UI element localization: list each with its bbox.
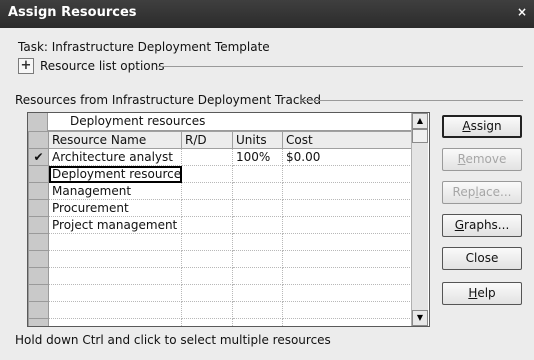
help-button[interactable]: Help (442, 282, 522, 305)
cell-rd[interactable] (181, 216, 233, 234)
cell-resource-name[interactable] (48, 250, 182, 268)
cell-cost[interactable] (282, 216, 412, 234)
scroll-thumb[interactable] (412, 129, 428, 143)
table-row[interactable]: ✔ Architecture analyst 100% $0.00 (28, 148, 412, 166)
cell-resource-name[interactable] (48, 233, 182, 251)
cell-units[interactable] (232, 284, 283, 302)
cell-rd[interactable] (181, 199, 233, 217)
expand-options-button[interactable]: + (18, 58, 34, 74)
resource-list-options-label: Resource list options (40, 59, 165, 73)
row-header-check[interactable] (28, 284, 49, 302)
column-header-rd[interactable]: R/D (181, 131, 233, 149)
cell-resource-name[interactable] (48, 284, 182, 302)
cell-resource-name[interactable]: Deployment resources (48, 165, 182, 183)
grid-scrollbar[interactable]: ▲ ▼ (411, 113, 428, 326)
cell-cost[interactable] (282, 165, 412, 183)
row-header-check[interactable] (28, 301, 49, 319)
column-header-resource-name[interactable]: Resource Name (48, 131, 182, 149)
cell-rd[interactable] (181, 233, 233, 251)
cell-resource-name[interactable]: Management (48, 182, 182, 200)
cell-cost[interactable] (282, 301, 412, 319)
cell-units[interactable] (232, 233, 283, 251)
row-header-check[interactable] (28, 318, 49, 326)
cell-units[interactable] (232, 165, 283, 183)
cell-cost[interactable] (282, 199, 412, 217)
row-header-check[interactable] (28, 250, 49, 268)
table-row[interactable] (28, 267, 412, 285)
cell-units[interactable] (232, 267, 283, 285)
table-row[interactable]: Deployment resources (28, 165, 412, 183)
scroll-up-icon[interactable]: ▲ (412, 113, 428, 129)
row-header-check[interactable] (28, 199, 49, 217)
cell-resource-name[interactable] (48, 301, 182, 319)
cell-rd[interactable] (181, 182, 233, 200)
close-icon[interactable]: × (514, 4, 530, 20)
cell-units[interactable] (232, 199, 283, 217)
table-row[interactable] (28, 284, 412, 302)
cell-rd[interactable] (181, 148, 233, 166)
cell-units[interactable] (232, 318, 283, 326)
row-header-check[interactable] (28, 233, 49, 251)
resource-table: Resource Name R/D Units Cost ✔ Architectu… (28, 131, 412, 326)
cell-rd[interactable] (181, 318, 233, 326)
cell-cost[interactable] (282, 250, 412, 268)
cell-cost[interactable] (282, 182, 412, 200)
assign-button[interactable]: Assign (442, 115, 522, 138)
table-row[interactable]: Management (28, 182, 412, 200)
group-divider (300, 100, 523, 101)
options-divider (158, 66, 523, 67)
row-header-corner (28, 131, 49, 149)
cell-resource-name[interactable] (48, 318, 182, 326)
task-label: Task: Infrastructure Deployment Template (18, 40, 270, 54)
title-bar: Assign Resources × (0, 0, 534, 28)
cell-cost[interactable] (282, 318, 412, 326)
row-header-check[interactable]: ✔ (28, 148, 49, 166)
cell-units[interactable] (232, 182, 283, 200)
column-header-cost[interactable]: Cost (282, 131, 412, 149)
table-row[interactable] (28, 301, 412, 319)
cell-resource-name[interactable]: Project management (48, 216, 182, 234)
table-row[interactable]: Procurement (28, 199, 412, 217)
table-row[interactable] (28, 318, 412, 326)
cell-rd[interactable] (181, 165, 233, 183)
close-button[interactable]: Close (442, 247, 522, 270)
cell-units[interactable]: 100% (232, 148, 283, 166)
grid-corner (28, 113, 48, 131)
cell-units[interactable] (232, 250, 283, 268)
cell-units[interactable] (232, 301, 283, 319)
row-header-check[interactable] (28, 216, 49, 234)
cell-cost[interactable]: $0.00 (282, 148, 412, 166)
cell-units[interactable] (232, 216, 283, 234)
window-title: Assign Resources (8, 5, 137, 20)
cell-resource-name[interactable]: Procurement (48, 199, 182, 217)
cell-resource-name[interactable]: Architecture analyst (48, 148, 182, 166)
cell-cost[interactable] (282, 267, 412, 285)
cell-rd[interactable] (181, 250, 233, 268)
graphs-button[interactable]: Graphs... (442, 214, 522, 237)
cell-resource-name[interactable] (48, 267, 182, 285)
table-row[interactable]: Project management (28, 216, 412, 234)
table-row[interactable] (28, 250, 412, 268)
replace-button[interactable]: Replace... (442, 181, 522, 204)
table-row[interactable] (28, 233, 412, 251)
row-header-check[interactable] (28, 267, 49, 285)
cell-rd[interactable] (181, 267, 233, 285)
scroll-down-icon[interactable]: ▼ (412, 310, 428, 326)
table-header-row: Resource Name R/D Units Cost (28, 131, 412, 149)
grid-edit-row: Deployment resources (28, 113, 429, 131)
row-header-check[interactable] (28, 182, 49, 200)
cell-rd[interactable] (181, 301, 233, 319)
cell-cost[interactable] (282, 284, 412, 302)
remove-button[interactable]: Remove (442, 148, 522, 171)
cell-rd[interactable] (181, 284, 233, 302)
cell-cost[interactable] (282, 233, 412, 251)
selection-hint: Hold down Ctrl and click to select multi… (15, 333, 331, 347)
resource-grid: Deployment resources Resource Name R/D U… (27, 112, 430, 327)
resources-group-label: Resources from Infrastructure Deployment… (15, 93, 321, 107)
row-header-check[interactable] (28, 165, 49, 183)
grid-edit-field[interactable]: Deployment resources (48, 113, 411, 131)
column-header-units[interactable]: Units (232, 131, 283, 149)
